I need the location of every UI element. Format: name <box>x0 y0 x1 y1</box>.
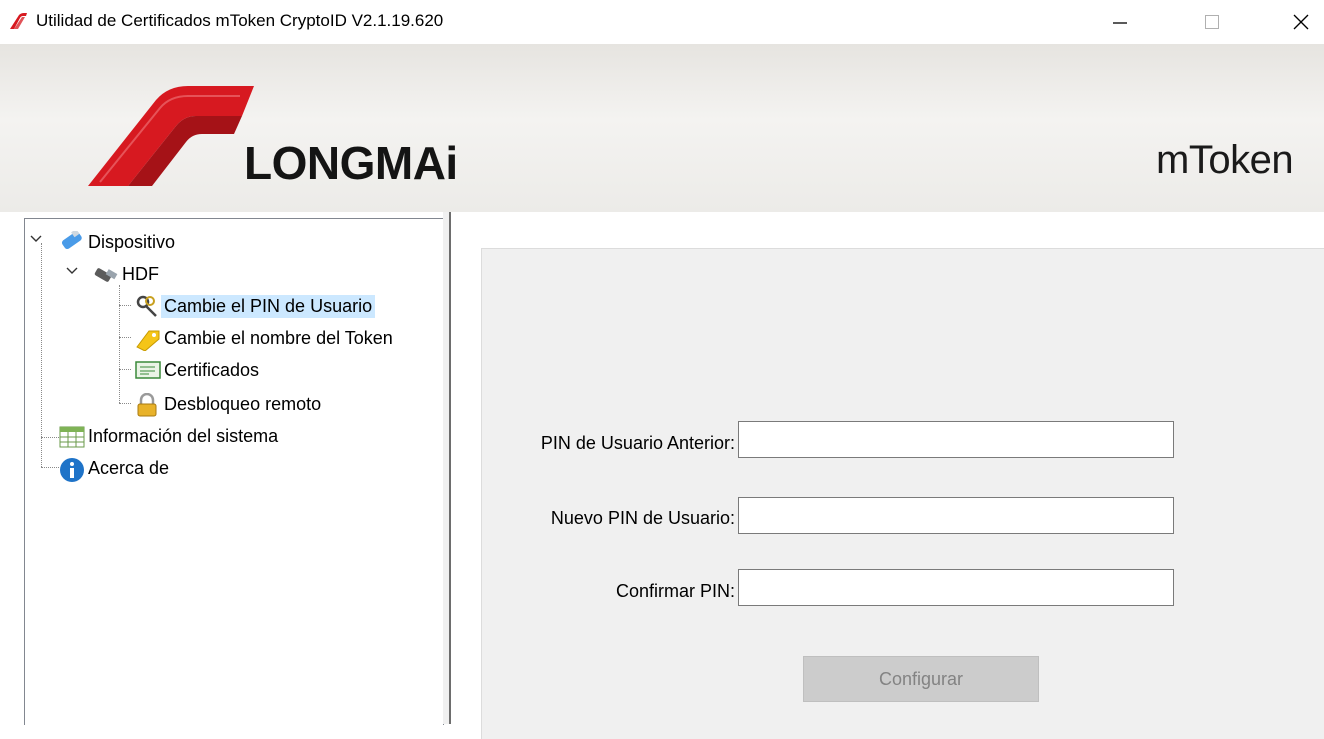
maximize-button[interactable] <box>1189 0 1235 44</box>
tree-item-label: Cambie el PIN de Usuario <box>161 294 376 318</box>
close-button[interactable] <box>1278 0 1324 44</box>
tag-icon <box>135 327 160 352</box>
tree-item-about[interactable]: Acerca de <box>59 453 172 483</box>
title-bar: Utilidad de Certificados mToken CryptoID… <box>0 0 1324 44</box>
confirm-pin-input[interactable] <box>738 569 1174 606</box>
content-panel <box>449 212 1324 739</box>
tree-item-certificados[interactable]: Certificados <box>135 355 262 385</box>
minimize-icon <box>1113 22 1127 24</box>
tree-connector <box>41 243 42 467</box>
tree-connector <box>119 403 131 404</box>
tree-item-label: Información del sistema <box>88 425 279 446</box>
close-icon <box>1293 14 1309 30</box>
tree-item-label: Certificados <box>164 359 260 380</box>
certificate-icon <box>135 359 161 381</box>
tree-connector <box>41 437 59 438</box>
new-pin-input[interactable] <box>738 497 1174 534</box>
tree-item-system-info[interactable]: Información del sistema <box>59 421 281 451</box>
header-banner: LONGMAi mToken <box>0 44 1324 212</box>
new-pin-label: Nuevo PIN de Usuario: <box>550 508 735 528</box>
tree-item-hdf[interactable]: HDF <box>93 259 162 289</box>
brand-name: LONGMAi <box>244 137 458 189</box>
old-pin-label: PIN de Usuario Anterior: <box>540 433 735 453</box>
keys-icon <box>135 295 157 317</box>
tree-connector <box>119 305 131 306</box>
table-icon <box>59 425 85 448</box>
navigation-tree: Dispositivo HDF Cambie el PIN de Usuario… <box>24 218 444 725</box>
minimize-button[interactable] <box>1097 0 1143 44</box>
tree-item-remote-unlock[interactable]: Desbloqueo remoto <box>135 389 324 419</box>
maximize-icon <box>1205 15 1219 29</box>
tree-connector <box>119 337 131 338</box>
configure-button[interactable]: Configurar <box>803 656 1039 702</box>
longmai-logo-icon <box>88 86 254 186</box>
tree-item-label: Cambie el nombre del Token <box>164 327 393 348</box>
tree-item-label: Dispositivo <box>88 231 176 252</box>
tree-item-label: Desbloqueo remoto <box>164 393 322 414</box>
confirm-pin-label: Confirmar PIN: <box>615 581 735 601</box>
usb-token-icon <box>59 228 82 253</box>
lock-icon <box>135 392 157 417</box>
tree-item-rename-token[interactable]: Cambie el nombre del Token <box>135 323 396 353</box>
old-pin-input[interactable] <box>738 421 1174 458</box>
tree-item-label: HDF <box>122 263 159 284</box>
tree-item-label: Acerca de <box>88 457 170 478</box>
window-title: Utilidad de Certificados mToken CryptoID… <box>36 11 444 30</box>
tree-connector <box>119 285 120 403</box>
product-name: mToken <box>1156 138 1294 182</box>
usb-reader-icon <box>93 263 118 285</box>
tree-item-change-pin[interactable]: Cambie el PIN de Usuario <box>135 291 376 321</box>
expand-chevron-icon[interactable] <box>65 265 79 279</box>
tree-connector <box>119 369 131 370</box>
info-icon <box>59 457 84 482</box>
app-logo-icon <box>10 13 27 29</box>
expand-chevron-icon[interactable] <box>29 233 43 247</box>
tree-connector <box>41 467 59 468</box>
tree-item-dispositivo[interactable]: Dispositivo <box>59 227 178 257</box>
